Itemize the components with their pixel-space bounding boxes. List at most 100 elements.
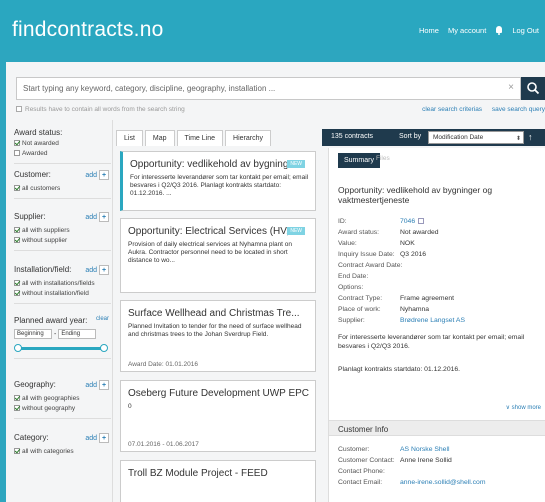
copy-icon [418,218,425,224]
list-item[interactable]: Opportunity: vedlikehold av bygning... N… [120,151,316,211]
year-to-input[interactable]: Ending [58,329,97,339]
bell-icon[interactable] [495,26,503,35]
search-options: Results have to contain all words from t… [16,106,545,116]
checkbox[interactable] [14,395,20,401]
list-item[interactable]: Surface Wellhead and Christmas Tre... Pl… [120,300,316,372]
slider-handle-start[interactable] [14,344,22,352]
item-description: Planned Invitation to tender for the nee… [128,323,302,338]
detail-note: Planlagt kontrakts startdato: 01.12.2016… [338,366,461,373]
checkbox[interactable] [14,227,20,233]
tab-hierarchy[interactable]: Hierarchy [225,130,271,146]
checkbox[interactable] [14,185,20,191]
nav-my-account[interactable]: My account [448,26,486,35]
sort-label: Sort by [399,133,422,140]
checkbox[interactable] [14,140,20,146]
slider-handle-end[interactable] [100,344,108,352]
tab-timeline[interactable]: Time Line [176,130,224,146]
search-icon [527,82,540,95]
item-title[interactable]: Surface Wellhead and Christmas Tre... [128,308,300,319]
filter-option[interactable]: without geography [14,405,111,412]
year-slider[interactable] [14,344,111,352]
clear-search-icon[interactable]: × [508,82,514,93]
item-date: Award Date: 01.01.2016 [128,361,198,368]
checkbox[interactable] [14,237,20,243]
item-title[interactable]: Troll BZ Module Project - FEED [128,468,268,479]
plus-icon: + [99,433,109,443]
filter-supplier: Supplier: add + all with suppliers withou… [14,212,111,251]
new-badge: NEW [287,160,305,168]
search-input[interactable] [17,78,487,99]
item-title[interactable]: Opportunity: Electrical Services (HV,... [128,226,297,237]
save-query-link[interactable]: save search query [492,106,545,113]
item-description: 0 [128,403,132,410]
sort-select[interactable]: Modification Date ⬍ [428,131,524,144]
clear-year-link[interactable]: clear [96,316,109,322]
list-item[interactable]: Oseberg Future Development UWP EPC 0 07.… [120,380,316,452]
plus-icon: + [99,212,109,222]
sort-direction-button[interactable]: ↑ [528,132,533,142]
filter-title: Award status: [14,128,63,137]
filter-option[interactable]: all with suppliers [14,227,111,234]
filter-option[interactable]: Awarded [14,150,111,157]
checkbox[interactable] [14,405,20,411]
top-bar: findcontracts.no Home My account Log Out [0,0,545,50]
chevron-down-icon: ∨ [505,405,510,411]
detail-panel: Summary Files Opportunity: vedlikehold a… [328,148,545,502]
all-words-checkbox[interactable] [16,106,22,112]
filter-sidebar: Award status: Not awarded Awarded Custom… [6,120,113,502]
item-title[interactable]: Opportunity: vedlikehold av bygning... [130,159,297,170]
add-installation-button[interactable]: add + [85,265,109,275]
item-date: 07.01.2016 - 01.06.2017 [128,441,199,448]
item-description: Provision of daily electrical services a… [128,241,293,264]
tab-list[interactable]: List [116,130,143,146]
id-link[interactable]: 7046 [400,218,425,225]
checkbox[interactable] [14,448,20,454]
customer-info-header: Customer Info [329,420,545,436]
list-item[interactable]: Opportunity: Electrical Services (HV,...… [120,218,316,293]
filter-option[interactable]: without installation/field [14,290,111,297]
checkbox[interactable] [14,280,20,286]
clear-criterias-link[interactable]: clear search criterias [422,106,482,113]
filter-planned-year: Planned award year: clear Beginning - En… [14,316,111,359]
filter-option[interactable]: all with geographies [14,395,111,402]
nav-home[interactable]: Home [419,26,439,35]
filter-option[interactable]: without supplier [14,237,111,244]
filter-option[interactable]: all with categories [14,448,111,455]
add-supplier-button[interactable]: add + [85,212,109,222]
add-category-button[interactable]: add + [85,433,109,443]
nav-logout[interactable]: Log Out [512,26,539,35]
slider-track [16,347,104,350]
email-link[interactable]: anne-irene.sollid@shell.com [400,479,485,486]
add-customer-button[interactable]: add + [85,170,109,180]
all-words-label: Results have to contain all words from t… [25,106,185,113]
filter-option[interactable]: all customers [14,185,111,192]
tab-map[interactable]: Map [144,130,175,146]
add-geography-button[interactable]: add + [85,380,109,390]
top-nav: Home My account Log Out [419,26,539,35]
main-panel: × Results have to contain all words from… [6,62,545,502]
checkbox[interactable] [14,290,20,296]
filter-option[interactable]: Not awarded [14,140,111,147]
year-from-input[interactable]: Beginning [14,329,52,339]
filter-geography: Geography: add + all with geographies wit… [14,380,111,419]
results-list: Opportunity: vedlikehold av bygning... N… [116,148,328,502]
tab-files[interactable]: Files [376,155,390,162]
logo[interactable]: findcontracts.no [12,18,163,42]
plus-icon: + [99,265,109,275]
checkbox[interactable] [14,150,20,156]
filter-option[interactable]: all with installations/fields [14,280,111,287]
show-more-link[interactable]: ∨ show more [506,404,541,411]
supplier-link[interactable]: Brødrene Langset AS [400,317,465,324]
view-tabs: List Map Time Line Hierarchy [116,130,271,146]
plus-icon: + [99,380,109,390]
customer-link[interactable]: AS Norske Shell [400,446,450,453]
new-badge: NEW [287,227,305,235]
filter-installation: Installation/field: add + all with instal… [14,265,111,304]
item-title[interactable]: Oseberg Future Development UWP EPC [128,388,309,399]
search-button[interactable] [521,77,545,100]
list-item[interactable]: Troll BZ Module Project - FEED [120,460,316,502]
tab-summary[interactable]: Summary [338,153,380,168]
results-count: 135 contracts [331,133,374,140]
filter-award-status: Award status: Not awarded Awarded [14,128,111,164]
filter-category: Category: add + all with categories [14,433,111,455]
